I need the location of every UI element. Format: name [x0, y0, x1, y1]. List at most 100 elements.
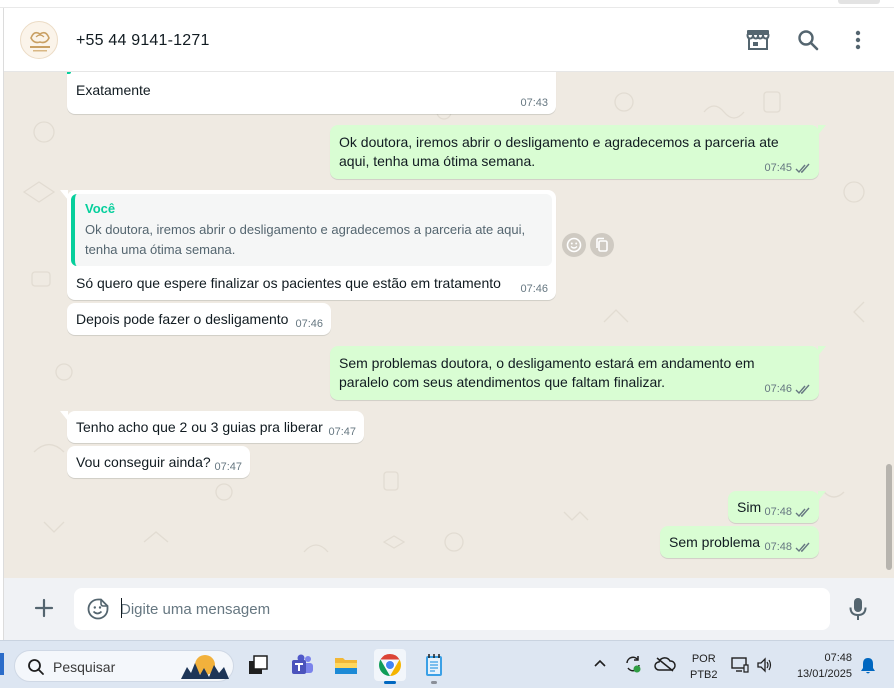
plus-icon	[34, 598, 54, 618]
active-indicator	[384, 681, 396, 684]
copy-icon	[596, 237, 608, 252]
taskbar-app-notepad[interactable]	[418, 649, 450, 684]
notepad-icon	[426, 654, 442, 676]
quoted-text-line: tenha uma ótima semana.	[85, 242, 236, 257]
bubble-tail	[818, 346, 826, 356]
volume-icon[interactable]	[756, 657, 772, 673]
windows-taskbar: Pesquisar POR PTB2 07:48 13/01/2025	[0, 640, 894, 688]
sticker-icon[interactable]	[86, 597, 110, 621]
language-label: POR	[691, 653, 716, 665]
search-icon	[798, 30, 819, 51]
react-button[interactable]	[562, 233, 586, 257]
taskbar-app-explorer[interactable]	[330, 649, 362, 681]
message-list[interactable]: Exatamente 07:43 Ok doutora, iremos abri…	[4, 72, 894, 578]
read-ticks-icon	[795, 507, 810, 518]
message-text-line: Sem problemas doutora, o desligamento es…	[339, 355, 755, 371]
message-text-line: aqui, tenha uma ótima semana.	[339, 153, 536, 169]
message-bubble-incoming[interactable]: Tenho acho que 2 ou 3 guias pra liberar …	[60, 411, 364, 443]
notification-bell-icon[interactable]	[860, 657, 876, 675]
message-time: 07:43	[520, 97, 548, 109]
emoji-icon	[566, 237, 582, 253]
message-text: Exatamente	[76, 82, 151, 98]
bubble-tail	[60, 411, 68, 421]
search-label: Pesquisar	[53, 659, 116, 675]
teams-icon	[292, 654, 313, 674]
taskbar-search[interactable]: Pesquisar	[14, 650, 234, 682]
window-drag-handle[interactable]	[838, 0, 880, 4]
message-text: Depois pode fazer o desligamento	[76, 311, 289, 327]
system-clock[interactable]: 07:48 13/01/2025	[797, 650, 852, 682]
message-time: 07:47	[328, 426, 356, 438]
message-bubble-incoming[interactable]: Depois pode fazer o desligamento 07:46	[67, 303, 331, 335]
chrome-icon	[379, 654, 401, 676]
search-highlight-icon	[181, 655, 229, 679]
message-bubble-outgoing[interactable]: Sem problemas doutora, o desligamento es…	[330, 346, 826, 400]
message-bubble-outgoing[interactable]: Sim 07:48	[728, 491, 826, 523]
quote-edge	[67, 72, 71, 74]
message-text: Sem problema	[669, 534, 761, 550]
attach-button[interactable]	[30, 594, 58, 622]
keyboard-layout-label: PTB2	[690, 669, 718, 681]
catalog-button[interactable]	[744, 26, 772, 54]
contact-logo-icon	[30, 31, 50, 52]
quoted-author: Você	[85, 201, 116, 216]
more-vertical-icon	[855, 30, 861, 50]
message-text: Tenho acho que 2 ou 3 guias pra liberar	[76, 419, 323, 435]
message-time: 07:47	[214, 461, 242, 473]
message-time: 07:48	[764, 541, 792, 553]
microphone-icon[interactable]	[846, 596, 870, 622]
composer-bar	[4, 578, 894, 640]
forward-button[interactable]	[590, 233, 614, 257]
clock-date: 13/01/2025	[796, 668, 852, 680]
message-time: 07:46	[764, 383, 792, 395]
running-indicator	[431, 681, 437, 684]
bubble-tail	[818, 125, 826, 135]
cloud-offline-icon[interactable]	[654, 656, 676, 672]
bubble-tail	[60, 190, 68, 200]
message-bubble-incoming[interactable]: Vou conseguir ainda? 07:47	[67, 446, 250, 478]
message-time: 07:46	[295, 318, 323, 330]
message-meta: 07:45	[764, 162, 811, 175]
message-text: Vou conseguir ainda?	[76, 454, 211, 470]
message-input[interactable]	[120, 598, 800, 620]
message-text: Sim	[737, 499, 762, 515]
message-meta: 07:46	[764, 383, 811, 396]
scrollbar-thumb[interactable]	[886, 464, 892, 570]
menu-button[interactable]	[844, 26, 872, 54]
message-bubble-incoming[interactable]: Exatamente 07:43	[67, 72, 556, 114]
message-meta: 07:48	[764, 541, 811, 554]
taskbar-app-taskview[interactable]	[242, 649, 274, 681]
message-text-line: Ok doutora, iremos abrir o desligamento …	[339, 134, 779, 150]
read-ticks-icon	[795, 542, 810, 553]
search-icon	[28, 659, 44, 675]
message-bubble-outgoing[interactable]: Sem problema 07:48	[660, 526, 819, 558]
taskbar-app-chrome[interactable]	[374, 649, 406, 684]
message-bubble-incoming-reply[interactable]: Você Ok doutora, iremos abrir o desligam…	[60, 190, 556, 300]
start-edge[interactable]	[0, 653, 4, 675]
search-chat-button[interactable]	[794, 26, 822, 54]
sync-icon[interactable]	[623, 655, 643, 673]
chat-header[interactable]: +55 44 9141-1271	[4, 8, 894, 72]
message-meta: 07:48	[764, 506, 811, 519]
contact-name[interactable]: +55 44 9141-1271	[76, 32, 210, 50]
message-input-box[interactable]	[74, 588, 830, 630]
read-ticks-icon	[795, 163, 810, 174]
display-icon[interactable]	[731, 657, 749, 673]
window-top-strip	[0, 0, 894, 8]
folder-icon	[335, 658, 357, 674]
message-time: 07:46	[520, 283, 548, 295]
contact-avatar[interactable]	[20, 21, 58, 59]
quoted-message[interactable]: Você Ok doutora, iremos abrir o desligam…	[71, 194, 552, 266]
message-text: Só quero que espere finalizar os pacient…	[76, 275, 501, 291]
message-bubble-outgoing[interactable]: Ok doutora, iremos abrir o desligamento …	[330, 125, 826, 179]
task-view-icon	[249, 655, 268, 674]
chevron-up-icon[interactable]	[594, 659, 606, 667]
message-text-line: paralelo com seus atendimentos que falta…	[339, 374, 666, 390]
taskbar-app-teams[interactable]	[286, 649, 318, 681]
quoted-text-line: Ok doutora, iremos abrir o desligamento …	[85, 222, 526, 237]
storefront-icon	[746, 30, 770, 50]
read-ticks-icon	[795, 384, 810, 395]
text-caret	[121, 598, 122, 618]
clock-time: 07:48	[824, 652, 852, 664]
input-language[interactable]: POR PTB2	[690, 651, 718, 683]
